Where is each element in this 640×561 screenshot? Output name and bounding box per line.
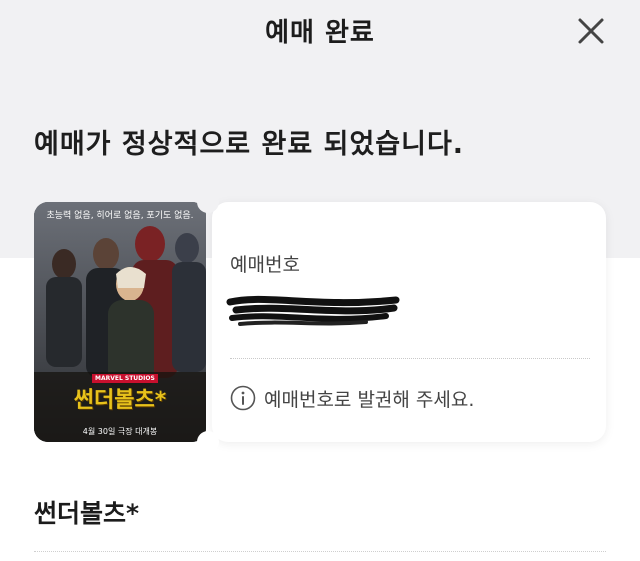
page-title: 예매 완료 xyxy=(265,18,375,48)
notice-text: 예매번호로 발권해 주세요. xyxy=(264,388,475,411)
booking-complete-page: 예매 완료 예매가 정상적으로 완료 되었습니다. 초능력 없음, 히어로 없음… xyxy=(0,0,640,561)
close-icon xyxy=(578,18,604,44)
header-bar: 예매 완료 xyxy=(0,0,640,66)
movie-title: 썬더볼츠* xyxy=(34,499,140,528)
notice-row: 예매번호로 발권해 주세요. xyxy=(230,384,474,412)
redaction-scribble xyxy=(226,295,400,326)
ticket-detail-content: 예매번호 예매번호로 발권해 주세요. xyxy=(34,202,606,442)
booking-number-label: 예매번호 xyxy=(230,254,300,276)
booking-number-redacted xyxy=(226,290,402,330)
section-divider xyxy=(34,551,606,552)
close-button[interactable] xyxy=(574,14,608,48)
completion-message: 예매가 정상적으로 완료 되었습니다. xyxy=(34,129,465,160)
ticket-divider xyxy=(230,358,590,359)
info-circle-icon xyxy=(230,385,256,411)
